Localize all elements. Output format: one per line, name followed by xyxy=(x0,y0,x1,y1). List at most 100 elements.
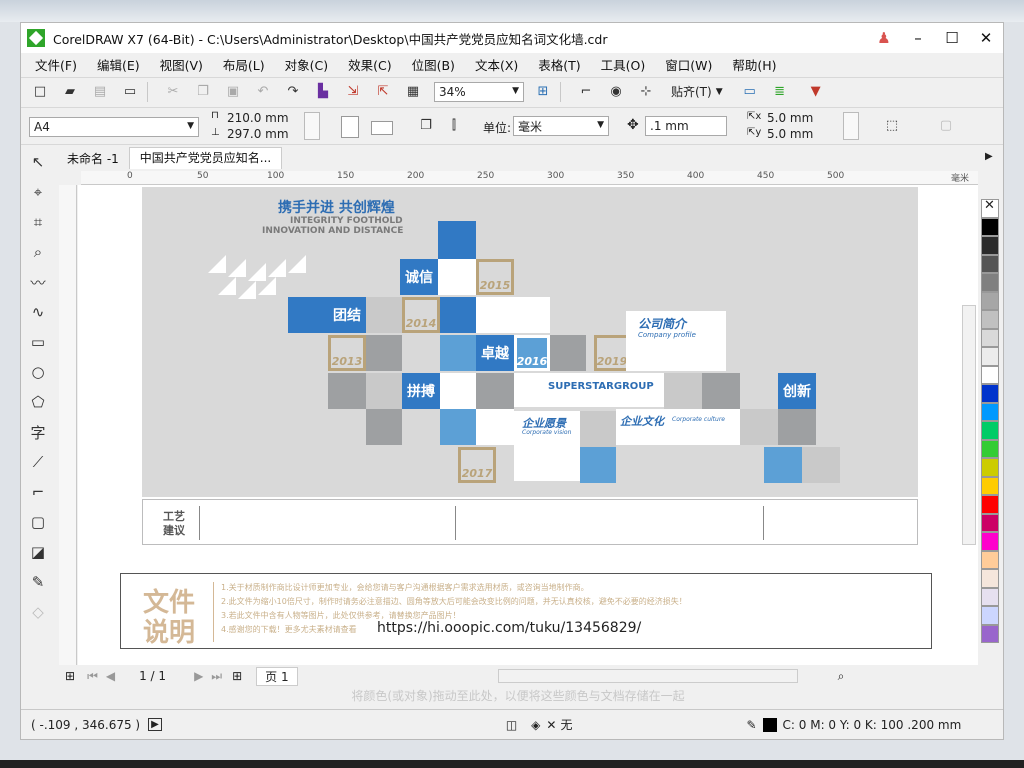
color-palette[interactable]: ✕ xyxy=(981,198,1001,679)
tab-scroll-right-icon[interactable]: ▶ xyxy=(985,151,993,162)
show-grid-icon[interactable]: ◉ xyxy=(605,81,627,103)
options-icon[interactable]: ▼ xyxy=(805,81,827,103)
color-swatch[interactable] xyxy=(981,439,999,458)
duplicate-y-value[interactable]: 5.0 mm xyxy=(767,127,813,141)
add-page-after-icon[interactable]: ⊞ xyxy=(232,669,242,683)
redo-icon[interactable]: ↷ xyxy=(282,81,304,103)
no-color-swatch[interactable]: ✕ xyxy=(981,198,999,218)
artistic-media-icon[interactable]: ∿ xyxy=(23,297,53,327)
zoom-level-select[interactable]: 34% ▼ xyxy=(434,81,524,102)
publish-pdf-icon[interactable]: ▦ xyxy=(402,81,424,103)
import-icon[interactable]: ⇲ xyxy=(342,81,364,103)
ellipse-tool-icon[interactable]: ○ xyxy=(23,357,53,387)
treat-as-filled-icon[interactable]: ⬚ xyxy=(881,114,903,136)
pick-tool-icon[interactable]: ↖ xyxy=(23,147,53,177)
menu-effects[interactable]: 效果(C) xyxy=(348,55,391,74)
maximize-button[interactable]: ☐ xyxy=(935,29,969,47)
polygon-tool-icon[interactable]: ⬠ xyxy=(23,387,53,417)
connector-tool-icon[interactable]: ⌐ xyxy=(23,477,53,507)
prev-page-icon[interactable]: ◀ xyxy=(106,669,115,683)
notes-url[interactable]: https://hi.ooopic.com/tuku/13456829/ xyxy=(377,620,641,636)
color-swatch[interactable] xyxy=(981,421,999,440)
menu-object[interactable]: 对象(C) xyxy=(285,55,328,74)
full-screen-icon[interactable]: ⊞ xyxy=(532,81,554,103)
add-page-icon[interactable]: ⊞ xyxy=(65,669,75,683)
first-page-icon[interactable]: ⏮ xyxy=(87,669,98,684)
zoom-navigator-icon[interactable]: ⌕ xyxy=(838,669,845,684)
page-height-value[interactable]: 297.0 mm xyxy=(227,127,289,141)
rectangle-tool-icon[interactable]: ▭ xyxy=(23,327,53,357)
page-width-value[interactable]: 210.0 mm xyxy=(227,111,289,125)
size-spinner[interactable] xyxy=(304,112,320,140)
vertical-scrollbar[interactable] xyxy=(962,305,976,545)
close-button[interactable]: ✕ xyxy=(969,29,1003,47)
tab-untitled[interactable]: 未命名 -1 xyxy=(57,150,129,167)
color-swatch[interactable] xyxy=(981,532,999,551)
show-rulers-icon[interactable]: ⌐ xyxy=(575,81,597,103)
menu-view[interactable]: 视图(V) xyxy=(160,55,203,74)
color-swatch[interactable] xyxy=(981,217,999,236)
vertical-ruler[interactable] xyxy=(59,185,77,665)
menu-help[interactable]: 帮助(H) xyxy=(732,55,776,74)
color-swatch[interactable] xyxy=(981,458,999,477)
color-swatch[interactable] xyxy=(981,476,999,495)
menu-edit[interactable]: 编辑(E) xyxy=(97,55,140,74)
minimize-button[interactable]: – xyxy=(901,29,935,47)
next-page-icon[interactable]: ▶ xyxy=(194,669,203,683)
zoom-tool-icon[interactable]: ⌕ xyxy=(23,237,53,267)
snap-to-dropdown[interactable]: 贴齐(T) xyxy=(671,83,712,100)
color-swatch[interactable] xyxy=(981,291,999,310)
show-guidelines-icon[interactable]: ⊹ xyxy=(635,81,657,103)
color-swatch[interactable] xyxy=(981,310,999,329)
menu-tools[interactable]: 工具(O) xyxy=(601,55,646,74)
open-folder-icon[interactable]: ▰ xyxy=(59,81,81,103)
duplicate-spinner[interactable] xyxy=(843,112,859,140)
color-swatch[interactable] xyxy=(981,402,999,421)
page-tab-1[interactable]: 页 1 xyxy=(256,666,298,686)
paste-icon[interactable]: ▣ xyxy=(222,81,244,103)
user-icon[interactable]: ♟ xyxy=(867,29,901,47)
color-swatch[interactable] xyxy=(981,365,999,384)
tab-current-document[interactable]: 中国共产党党员应知名... xyxy=(128,147,283,169)
horizontal-ruler[interactable]: 0 50 100 150 200 250 300 350 400 450 500… xyxy=(81,171,978,185)
menu-file[interactable]: 文件(F) xyxy=(35,55,77,74)
landscape-icon[interactable] xyxy=(371,121,393,135)
last-page-icon[interactable]: ⏭ xyxy=(211,669,222,684)
freehand-tool-icon[interactable]: 〰 xyxy=(23,267,53,297)
color-swatch[interactable] xyxy=(981,328,999,347)
units-select[interactable]: 毫米 ▼ xyxy=(513,116,609,136)
color-swatch[interactable] xyxy=(981,347,999,366)
color-swatch[interactable] xyxy=(981,569,999,588)
copy-icon[interactable]: ❐ xyxy=(192,81,214,103)
text-tool-icon[interactable]: 字 xyxy=(23,417,53,447)
color-swatch[interactable] xyxy=(981,606,999,625)
undo-icon[interactable]: ↶ xyxy=(252,81,274,103)
cut-icon[interactable]: ✂ xyxy=(162,81,184,103)
color-swatch[interactable] xyxy=(981,384,999,403)
parallel-dimension-icon[interactable]: ⟋ xyxy=(23,447,53,477)
color-swatch[interactable] xyxy=(981,495,999,514)
transparency-tool-icon[interactable]: ◪ xyxy=(23,537,53,567)
corel-connect-icon[interactable]: ≣ xyxy=(769,81,791,103)
color-swatch[interactable] xyxy=(981,273,999,292)
play-icon[interactable]: ▶ xyxy=(148,718,162,731)
menu-table[interactable]: 表格(T) xyxy=(538,55,580,74)
menu-bitmaps[interactable]: 位图(B) xyxy=(412,55,455,74)
color-swatch[interactable] xyxy=(981,624,999,643)
color-swatch[interactable] xyxy=(981,254,999,273)
export-icon[interactable]: ⇱ xyxy=(372,81,394,103)
color-swatch[interactable] xyxy=(981,550,999,569)
interactive-fill-icon[interactable]: ◇ xyxy=(23,597,53,627)
search-content-icon[interactable]: ▙ xyxy=(312,81,334,103)
current-page-icon[interactable]: ⫿ xyxy=(443,114,465,136)
menu-window[interactable]: 窗口(W) xyxy=(665,55,712,74)
duplicate-x-value[interactable]: 5.0 mm xyxy=(767,111,813,125)
color-swatch[interactable] xyxy=(981,236,999,255)
document-color-settings-icon[interactable]: ◫ xyxy=(506,718,517,732)
color-swatch[interactable] xyxy=(981,587,999,606)
horizontal-scrollbar[interactable] xyxy=(497,669,798,683)
new-document-icon[interactable]: □ xyxy=(29,81,51,103)
paper-size-select[interactable]: A4 ▼ xyxy=(29,117,199,137)
menu-layout[interactable]: 布局(L) xyxy=(223,55,265,74)
menu-text[interactable]: 文本(X) xyxy=(475,55,518,74)
